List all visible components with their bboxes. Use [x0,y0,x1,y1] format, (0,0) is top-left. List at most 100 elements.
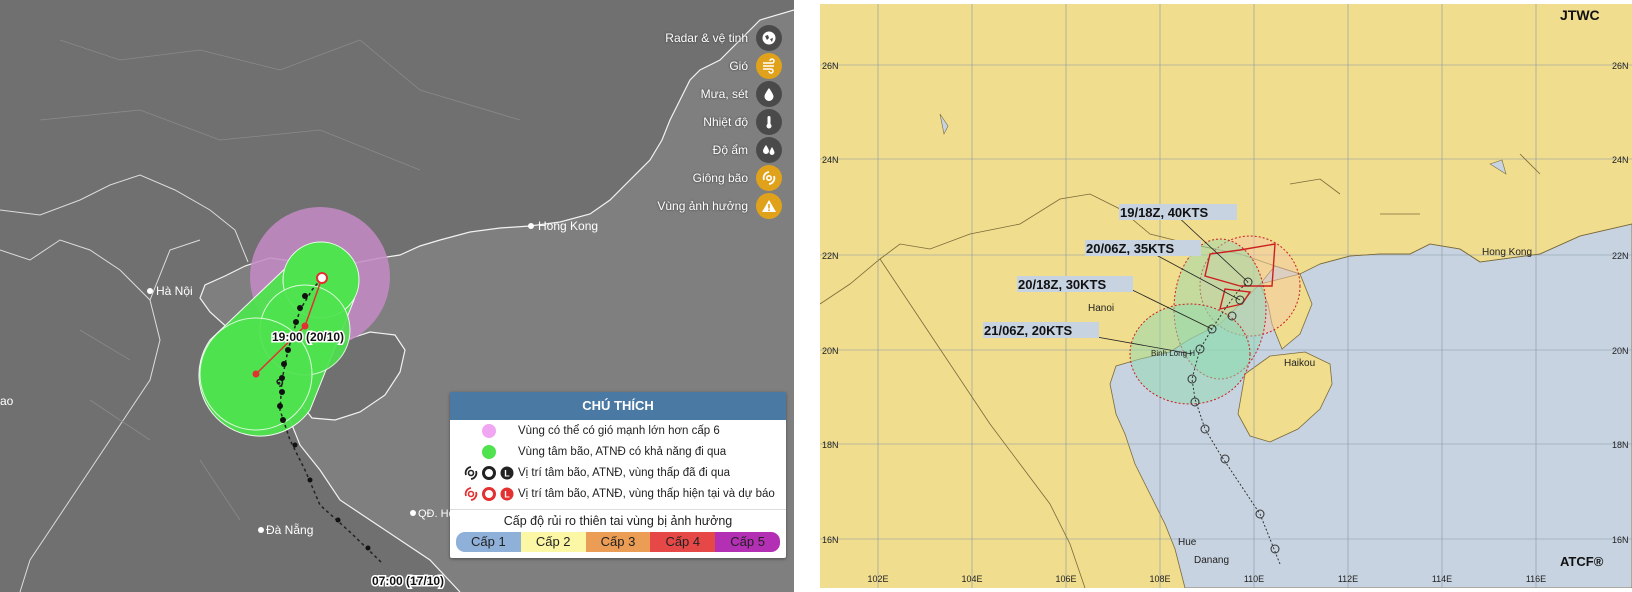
lat-label: 26N [1612,61,1629,71]
lat-label: 20N [822,346,839,356]
legend-label: Vị trí tâm bão, ATNĐ, vùng thấp hiện tại… [518,487,775,500]
past-depression-icon [482,465,496,480]
past-storm-icon [292,442,298,448]
legend-item-cone: Vùng tâm bão, ATNĐ có khả năng đi qua [450,441,786,462]
map-legend: CHÚ THÍCH Vùng có thể có gió mạnh lớn hơ… [450,392,786,558]
lon-label: 106E [1055,574,1076,584]
layer-label: Giông bão [692,171,748,185]
risk-level-1: Cấp 1 [456,532,521,552]
layer-label: Radar & vệ tinh [665,31,748,45]
risk-title: Cấp độ rủi ro thiên tai vùng bị ảnh hưởn… [450,509,786,528]
layer-impact[interactable]: Vùng ảnh hưởng [522,192,782,220]
forecast-position-icon [301,322,309,330]
hanoi-dot [147,288,153,294]
past-storm-icon [281,361,287,367]
danang-dot [258,527,264,533]
layer-temperature[interactable]: Nhiệt độ [522,108,782,136]
lat-label: 20N [1612,346,1629,356]
past-storm-icon [279,375,285,381]
forecast-label: 19/18Z, 40KTS [1120,205,1208,220]
layer-label: Nhiệt độ [703,115,748,129]
past-storm-icon [307,477,313,483]
past-low-icon: L [500,466,514,479]
legend-item-current: L Vị trí tâm bão, ATNĐ, vùng thấp hiện t… [450,483,786,504]
lat-label: 26N [822,61,839,71]
thermometer-icon[interactable] [756,109,782,135]
legend-label: Vùng tâm bão, ATNĐ có khả năng đi qua [518,445,727,458]
jtwc-map: 19/18Z, 40KTS 20/06Z, 35KTS 20/18Z, 30KT… [820,4,1632,588]
risk-level-4: Cấp 4 [650,532,716,552]
risk-level-5: Cấp 5 [715,532,780,552]
haikou-label: Haikou [1284,358,1315,369]
legend-title: CHÚ THÍCH [450,392,786,420]
lon-label: 112E [1338,574,1358,584]
globe-icon[interactable] [756,25,782,51]
legend-item-past: L Vị trí tâm bão, ATNĐ, vùng thấp đã đi … [450,462,786,483]
layer-wind[interactable]: Gió [522,52,782,80]
layer-storm[interactable]: Giông bão [522,164,782,192]
lat-label: 24N [822,155,839,165]
layer-label: Mưa, sét [700,87,748,101]
risk-level-3: Cấp 3 [585,532,651,552]
lat-label: 16N [822,535,839,545]
lat-label: 18N [1612,440,1629,450]
legend-label: Vị trí tâm bão, ATNĐ, vùng thấp đã đi qu… [518,466,731,479]
lon-label: 104E [961,574,982,584]
current-low-icon: L [500,487,514,500]
svg-text:L: L [504,489,510,499]
hongkong-label: Hong Kong [538,219,598,233]
humidity-icon[interactable] [756,137,782,163]
current-depression-icon [482,486,496,501]
lat-label: 16N [1612,535,1629,545]
past-storm-icon [302,293,308,299]
danang-label: Đà Nẵng [266,522,313,537]
hongkong-dot [528,223,534,229]
green-dot-icon [482,444,496,459]
lao-label: ao [0,394,14,408]
hongkong-label: Hong Kong [1482,247,1532,258]
lon-label: 108E [1149,574,1170,584]
start-time-label: 07:00 (17/10) [372,574,444,588]
forecast-label: 21/06Z, 20KTS [984,323,1072,338]
past-storm-icon [293,319,299,325]
forecast-label: 20/18Z, 30KTS [1018,277,1106,292]
purple-dot-icon [482,423,496,438]
layer-control: Radar & vệ tinh Gió Mưa, sét Nhiệt độ Độ… [522,24,782,220]
raindrop-icon[interactable] [756,81,782,107]
past-storm-icon [464,465,478,480]
forecast-low-icon [252,370,260,378]
binhlongh-label: Binh Long H [1151,349,1195,358]
layer-label: Độ ẩm [712,143,748,157]
past-storm-icon [335,517,341,523]
storm-icon[interactable] [756,165,782,191]
legend-item-wind-zone: Vùng có thể có gió mạnh lớn hơn cấp 6 [450,420,786,441]
lon-label: 102E [867,574,888,584]
layer-humidity[interactable]: Độ ẩm [522,136,782,164]
past-storm-icon [297,305,303,311]
hanoi-label: Hanoi [1088,303,1114,314]
wind-icon[interactable] [756,53,782,79]
hue-label: Hue [1178,537,1197,548]
layer-label: Vùng ảnh hưởng [657,199,748,213]
hanoi-label: Hà Nội [156,284,193,298]
risk-scale: Cấp 1 Cấp 2 Cấp 3 Cấp 4 Cấp 5 [456,532,780,552]
lat-label: 22N [822,251,839,261]
past-storm-icon [279,389,285,395]
forecast-time-label: 19:00 (20/10) [272,330,344,344]
hoangsa-dot [410,510,416,516]
forecast-label: 20/06Z, 35KTS [1086,241,1174,256]
current-position-icon [316,272,328,284]
lon-label: 114E [1432,574,1452,584]
risk-level-2: Cấp 2 [520,532,586,552]
past-storm-icon [277,403,283,409]
danang-label: Danang [1194,555,1229,566]
layer-rain[interactable]: Mưa, sét [522,80,782,108]
layer-label: Gió [729,59,748,73]
vn-storm-map[interactable]: ໑ Hà Nội Hong Kong Đà Nẵng ao QĐ. Ho 19:… [0,0,794,592]
warning-icon[interactable] [756,193,782,219]
past-storm-icon [285,347,291,353]
lat-label: 24N [1612,155,1629,165]
past-storm-icon [280,417,286,423]
lon-label: 110E [1244,574,1264,584]
layer-radar[interactable]: Radar & vệ tinh [522,24,782,52]
